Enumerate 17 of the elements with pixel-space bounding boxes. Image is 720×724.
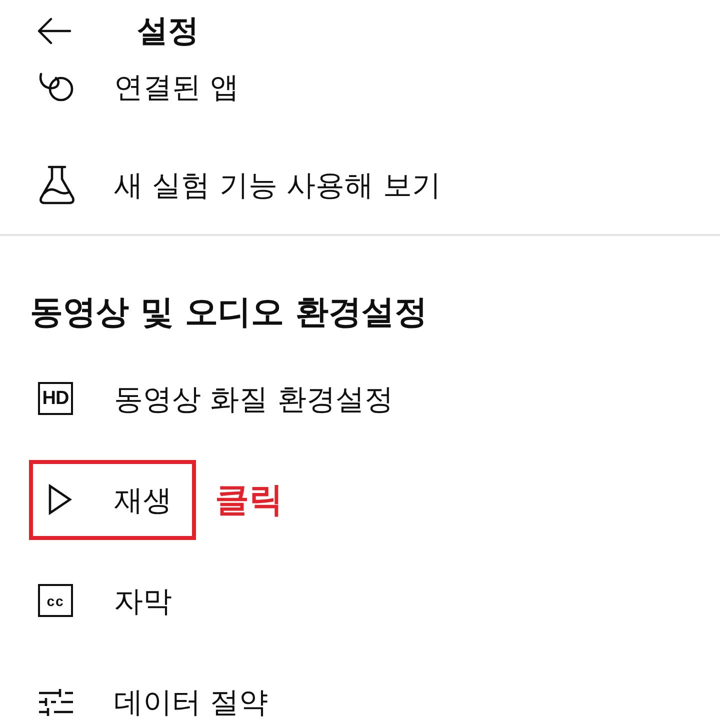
settings-item[interactable]: 연결된 앱: [29, 47, 264, 127]
hd-icon: HD: [38, 382, 73, 415]
play-icon: [48, 484, 72, 515]
sliders-icon: [38, 688, 74, 716]
annotation-label: 클릭: [215, 480, 283, 520]
loop-circle-icon: [38, 72, 74, 102]
page-title: 설정: [137, 12, 199, 50]
back-button[interactable]: [37, 17, 71, 45]
settings-item[interactable]: 데이터 절약: [29, 662, 292, 724]
arrow-left-icon: [37, 17, 71, 45]
flask-icon: [38, 165, 76, 205]
section-heading: 동영상 및 오디오 환경설정: [29, 291, 428, 333]
cc-icon: cc: [38, 584, 73, 617]
settings-item[interactable]: HD 동영상 화질 환경설정: [29, 358, 418, 438]
settings-item[interactable]: 새 실험 기능 사용해 보기: [29, 142, 465, 228]
settings-item[interactable]: cc 자막: [29, 560, 196, 640]
settings-item[interactable]: 재생: [29, 460, 196, 540]
